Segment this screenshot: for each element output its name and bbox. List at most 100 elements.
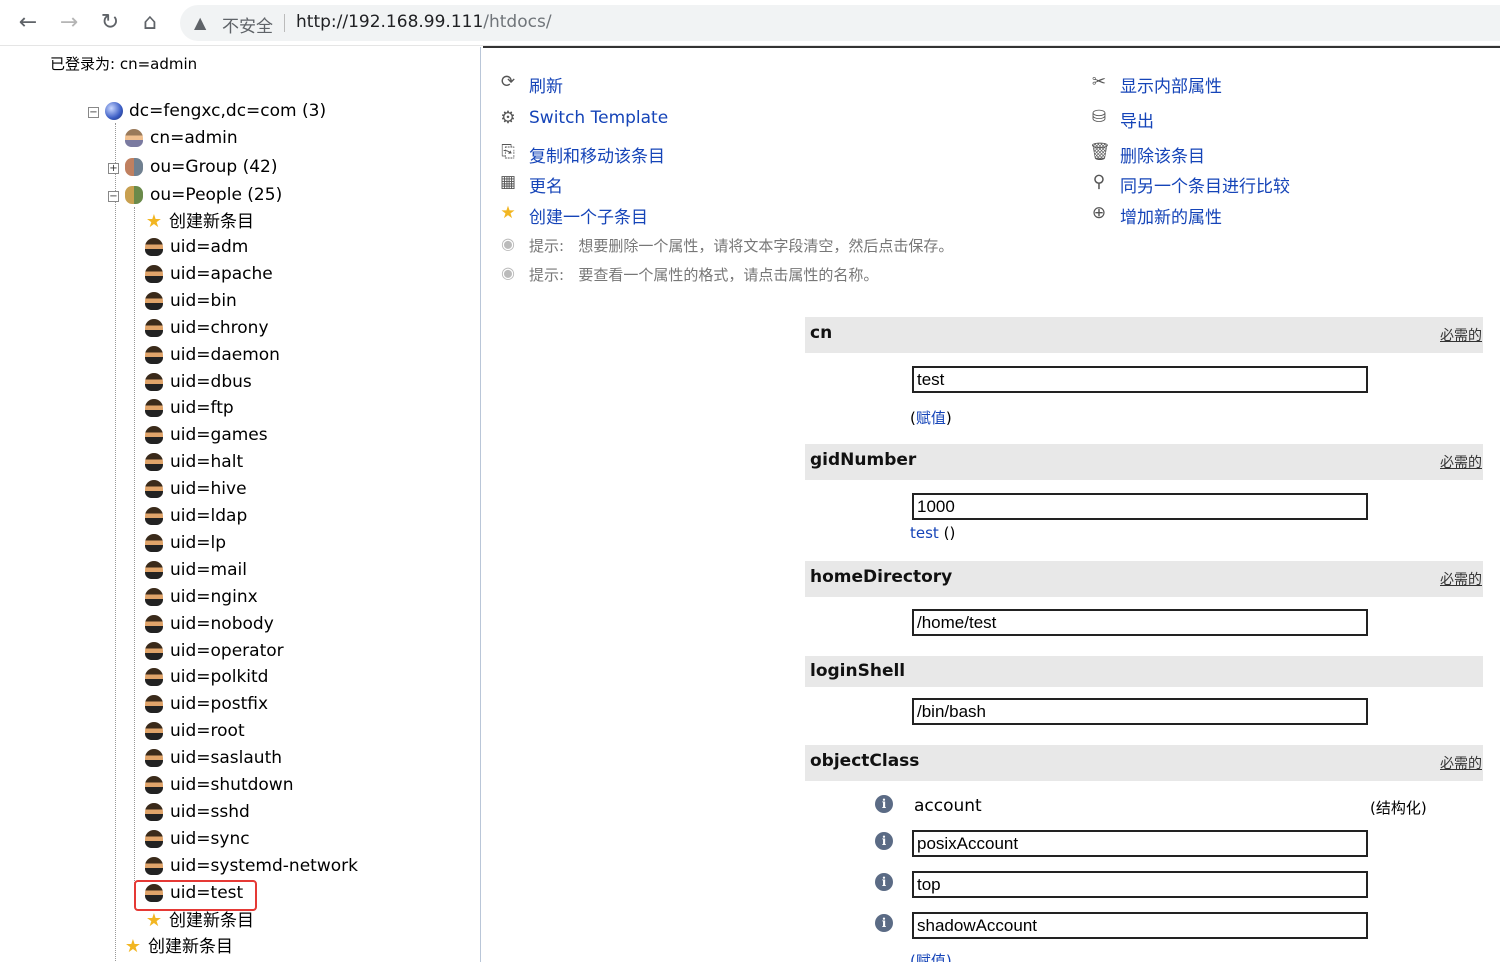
attr-name-gidnumber[interactable]: gidNumber	[810, 450, 916, 470]
tree-node-user[interactable]: uid=saslauth	[145, 746, 375, 770]
tree-node-user[interactable]: uid=chrony	[145, 316, 375, 340]
create-entry-root[interactable]: ★ 创建新条目	[124, 935, 254, 959]
tree-node-group[interactable]: ou=Group (42)	[125, 155, 285, 179]
reload-icon[interactable]: ↻	[96, 9, 124, 37]
gidnumber-field[interactable]	[912, 493, 1368, 520]
tree-node-user[interactable]: uid=polkitd	[145, 665, 375, 689]
tree-node-user[interactable]: uid=systemd-network	[145, 854, 375, 878]
refresh-link[interactable]: 刷新	[529, 72, 563, 97]
user-icon	[145, 291, 163, 310]
url-text[interactable]: http://192.168.99.111/htdocs/	[296, 12, 552, 32]
attr-header-objectclass: objectClass 必需的	[805, 745, 1483, 781]
create-entry-people-bottom[interactable]: ★ 创建新条目	[145, 909, 275, 933]
tree-node-user[interactable]: uid=daemon	[145, 343, 375, 367]
cn-field[interactable]	[912, 366, 1368, 393]
tree-node-label: 创建新条目	[148, 937, 233, 957]
create-child-link[interactable]: 创建一个子条目	[529, 203, 648, 228]
add-attribute-link[interactable]: 增加新的属性	[1120, 203, 1222, 228]
collapse-toggle[interactable]: −	[108, 191, 119, 202]
tree-node-user[interactable]: uid=nginx	[145, 585, 375, 609]
info-icon[interactable]: i	[875, 832, 893, 850]
star-icon: ★	[145, 211, 163, 232]
user-icon	[145, 856, 163, 875]
export-icon: ⛁	[1091, 107, 1107, 127]
tree-node-label: uid=bin	[170, 290, 237, 311]
tree-node-user[interactable]: uid=bin	[145, 289, 375, 313]
info-icon[interactable]: i	[875, 873, 893, 891]
user-icon	[145, 318, 163, 337]
objectclass-field-3[interactable]	[912, 912, 1368, 939]
switch-template-link[interactable]: Switch Template	[529, 108, 668, 128]
tree-node-user[interactable]: uid=operator	[145, 639, 375, 663]
attr-name-homedirectory[interactable]: homeDirectory	[810, 567, 952, 587]
objectclass-assign[interactable]: (赋值)	[910, 950, 952, 962]
compare-link[interactable]: 同另一个条目进行比较	[1120, 172, 1290, 197]
tree-node-user[interactable]: uid=root	[145, 719, 375, 743]
tree-node-user[interactable]: uid=halt	[145, 450, 375, 474]
required-label[interactable]: 必需的	[1440, 569, 1482, 589]
attr-name-cn[interactable]: cn	[810, 323, 832, 343]
attr-name-objectclass[interactable]: objectClass	[810, 751, 919, 771]
hint-label: 提示:	[529, 266, 565, 284]
hint-2: 提示: 要查看一个属性的格式，请点击属性的名称。	[529, 264, 878, 285]
tree-node-label: uid=postfix	[170, 694, 269, 715]
tree-node-user[interactable]: uid=ftp	[145, 396, 375, 420]
required-label[interactable]: 必需的	[1440, 753, 1482, 773]
back-icon[interactable]: ←	[14, 9, 42, 37]
tree-node-label: cn=admin	[150, 128, 238, 148]
tree-node-user[interactable]: uid=lp	[145, 531, 375, 555]
tree-node-user[interactable]: uid=shutdown	[145, 773, 375, 797]
tree-node-people[interactable]: ou=People (25)	[125, 183, 295, 207]
home-icon[interactable]: ⌂	[136, 9, 164, 37]
address-bar[interactable]: ▲ 不安全 http://192.168.99.111/htdocs/	[180, 5, 1500, 41]
delete-link[interactable]: 删除该条目	[1120, 142, 1205, 167]
star-icon: ★	[124, 936, 142, 957]
objectclass-field-1[interactable]	[912, 830, 1368, 857]
tree-node-user[interactable]: uid=sync	[145, 827, 375, 851]
objectclass-field-2[interactable]	[912, 871, 1368, 898]
tree-node-label: uid=root	[170, 721, 245, 742]
star-icon: ★	[145, 910, 163, 931]
tree-node-user[interactable]: uid=apache	[145, 262, 375, 286]
tree-node-user[interactable]: uid=sshd	[145, 800, 375, 824]
tree-node-user[interactable]: uid=games	[145, 423, 375, 447]
tree-node-root[interactable]: dc=fengxc,dc=com (3)	[105, 99, 335, 123]
copy-move-link[interactable]: 复制和移动该条目	[529, 142, 665, 167]
group-icon	[125, 158, 143, 176]
assign-link[interactable]: 赋值	[916, 409, 946, 427]
required-label[interactable]: 必需的	[1440, 325, 1482, 345]
tree-line	[134, 207, 135, 907]
homedirectory-field[interactable]	[912, 609, 1368, 636]
tree-node-label: uid=mail	[170, 559, 247, 580]
rename-link[interactable]: 更名	[529, 172, 563, 197]
tree-node-user[interactable]: uid=dbus	[145, 370, 375, 394]
loginshell-field[interactable]	[912, 698, 1368, 725]
hint-text: 想要删除一个属性，请将文本字段清空，然后点击保存。	[578, 237, 954, 255]
tree-node-user[interactable]: uid=postfix	[145, 692, 375, 716]
required-label[interactable]: 必需的	[1440, 452, 1482, 472]
tree-node-label: ou=People (25)	[150, 185, 283, 205]
info-icon[interactable]: i	[875, 795, 893, 813]
tree-node-user[interactable]: uid=mail	[145, 558, 375, 582]
create-entry-people-top[interactable]: ★ 创建新条目	[145, 210, 275, 234]
expand-toggle[interactable]: +	[108, 163, 119, 174]
forward-icon[interactable]: →	[55, 9, 83, 37]
tree-node-user[interactable]: uid=hive	[145, 477, 375, 501]
tree-node-user[interactable]: uid=nobody	[145, 612, 375, 636]
user-icon	[145, 776, 163, 794]
show-internal-link[interactable]: 显示内部属性	[1120, 72, 1222, 97]
tree-node-admin[interactable]: cn=admin	[125, 126, 245, 150]
user-icon	[145, 238, 163, 256]
tree-node-user[interactable]: uid=ldap	[145, 504, 375, 528]
tree-node-label: uid=halt	[170, 452, 244, 473]
security-label[interactable]: 不安全	[222, 12, 273, 37]
attr-name-loginshell[interactable]: loginShell	[810, 661, 905, 681]
export-link[interactable]: 导出	[1120, 107, 1154, 132]
tree-node-label: uid=systemd-network	[170, 855, 358, 876]
info-icon[interactable]: i	[875, 914, 893, 932]
tree-node-label: 创建新条目	[169, 911, 254, 931]
tree-node-user[interactable]: uid=adm	[145, 235, 375, 259]
group-link[interactable]: test	[910, 524, 939, 542]
collapse-toggle[interactable]: −	[88, 107, 99, 118]
tree-node-label: uid=saslauth	[170, 748, 283, 769]
